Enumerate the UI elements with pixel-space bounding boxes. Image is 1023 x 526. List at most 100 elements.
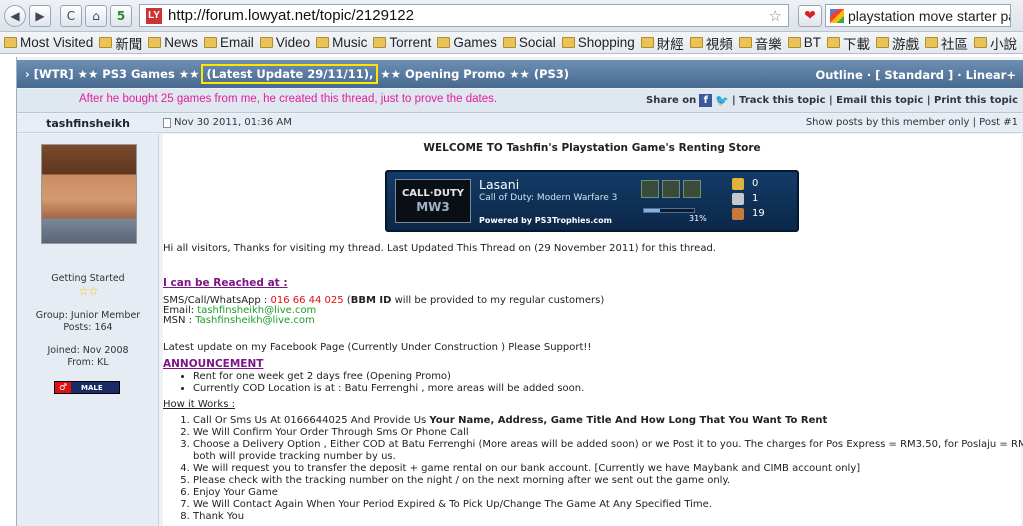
bookmark-label: 音樂 [754, 36, 782, 52]
bookmark-item[interactable]: News [148, 35, 198, 50]
bookmark-item[interactable]: 下載 [827, 33, 870, 53]
folder-icon [876, 37, 890, 48]
member-group: Group: Junior Member [35, 310, 141, 321]
bookmark-item[interactable]: Music [316, 35, 367, 50]
post-date-text: Nov 30 2011, 01:36 AM [174, 117, 292, 128]
bookmark-item[interactable]: Email [204, 35, 254, 50]
most-visited-icon [4, 37, 17, 48]
rank-stars-icon: ☆☆ [78, 284, 99, 298]
folder-icon [99, 37, 113, 48]
bookmark-label: 小說 [990, 36, 1018, 52]
bookmark-label: 社區 [941, 36, 969, 52]
bookmark-item[interactable]: Social [502, 35, 556, 50]
bookmark-label: 游戲 [892, 36, 920, 52]
trophy-game-title: Call of Duty: Modern Warfare 3 [479, 193, 618, 203]
bookmark-item[interactable]: BT [787, 35, 822, 50]
twitter-icon[interactable]: 🐦 [715, 94, 729, 107]
bookmark-item[interactable]: Most Visited [4, 35, 93, 50]
url-text: http://forum.lowyat.net/topic/2129122 [168, 7, 414, 24]
bookmark-item[interactable]: 游戲 [876, 33, 919, 53]
bookmark-label: 下載 [843, 36, 871, 52]
bronze-trophy-icon [732, 207, 744, 220]
bbm-open: ( [343, 295, 351, 306]
forum-topic: › [WTR] ★★ PS3 Games ★★ (Latest Update 2… [16, 57, 1023, 526]
trophy-progress-bar [643, 208, 695, 213]
trophy-card[interactable]: CALL·DUTY MW3 Lasani Call of Duty: Moder… [385, 170, 799, 232]
back-button[interactable]: ◀ [4, 4, 26, 27]
step3-text: Choose a Delivery Option , Either COD at… [193, 439, 1023, 450]
post-header: tashfinsheikh Nov 30 2011, 01:36 AM Show… [17, 114, 1023, 133]
addon-button[interactable]: 5 [110, 4, 132, 27]
post-date: Nov 30 2011, 01:36 AM [163, 117, 292, 128]
topic-actions[interactable]: | Track this topic | Email this topic | … [732, 95, 1018, 106]
forward-button[interactable]: ▶ [29, 4, 51, 27]
bookmark-label: Games [453, 35, 497, 50]
forward-arrow-icon: ▶ [35, 8, 45, 23]
reload-button[interactable]: C [60, 4, 82, 27]
trophy-username: Lasani [479, 177, 520, 192]
author-profile: Getting Started ☆☆ Group: Junior Member … [17, 134, 159, 526]
gold-trophy-icon [732, 177, 744, 190]
annotation-note: After he bought 25 games from me, he cre… [79, 93, 498, 105]
bookmark-label: BT [803, 35, 822, 50]
bookmark-item[interactable]: 新聞 [99, 33, 142, 53]
folder-icon [787, 37, 801, 48]
welcome-heading: WELCOME TO Tashfin's Playstation Game's … [423, 142, 761, 154]
bookmark-item[interactable]: 視頻 [689, 33, 733, 53]
bbm-label: BBM ID [350, 295, 392, 306]
game-logo-line2: MW3 [416, 199, 450, 214]
list-item: Enjoy Your Game [193, 487, 1023, 499]
folder-icon [373, 37, 387, 48]
bronze-count: 19 [752, 207, 765, 219]
facebook-icon[interactable]: f [699, 94, 713, 107]
game-logo-line1: CALL·DUTY [401, 187, 465, 199]
facebook-update: Latest update on my Facebook Page (Curre… [163, 342, 592, 353]
search-box[interactable]: playstation move starter pac [825, 4, 1011, 27]
bookmark-item[interactable]: Video [259, 35, 310, 50]
bookmark-item[interactable]: Torrent [373, 35, 431, 50]
step1-bold: Your Name, Address, Game Title And How L… [429, 415, 828, 426]
silver-trophy-icon [732, 192, 744, 205]
list-item: Choose a Delivery Option , Either COD at… [193, 439, 1023, 463]
contact-msn: MSN : Tashfinsheikh@live.com [163, 315, 315, 327]
avatar[interactable] [41, 144, 137, 244]
silver-count: 1 [752, 192, 759, 204]
announcement-heading: ANNOUNCEMENT [163, 358, 264, 370]
bookmark-label: 新聞 [115, 36, 143, 52]
member-location: From: KL [67, 357, 109, 368]
home-button[interactable]: ⌂ [85, 4, 107, 27]
view-mode-links[interactable]: Outline · [ Standard ] · Linear+ [815, 68, 1016, 82]
browser-window: ◀ ▶ C ⌂ 5 LY http://forum.lowyat.net/top… [0, 0, 1023, 526]
bbm-note: will be provided to my regular customers… [391, 295, 605, 306]
list-item: Call Or Sms Us At 0166644025 And Provide… [193, 415, 1023, 427]
list-item: Rent for one week get 2 days free (Openi… [193, 371, 584, 383]
bookmark-label: 視頻 [705, 36, 733, 52]
list-item: Currently COD Location is at : Batu Ferr… [193, 383, 584, 395]
url-bar[interactable]: LY http://forum.lowyat.net/topic/2129122… [139, 4, 789, 27]
post-options[interactable]: Show posts by this member only | Post #1 [806, 117, 1018, 128]
bookmark-item[interactable]: Games [437, 35, 497, 50]
heart-button[interactable]: ❤ [798, 4, 822, 27]
search-text: playstation move starter pac [848, 7, 1011, 24]
topic-title-highlight: (Latest Update 29/11/11), [201, 64, 379, 84]
bookmark-item[interactable]: 社區 [925, 33, 968, 53]
msn-link[interactable]: Tashfinsheikh@live.com [195, 315, 315, 326]
folder-icon [925, 37, 939, 48]
bookmark-item[interactable]: 音樂 [738, 33, 782, 53]
post-author[interactable]: tashfinsheikh [17, 114, 159, 133]
bookmark-item[interactable]: Shopping [561, 35, 635, 50]
member-joined: Joined: Nov 2008 [47, 345, 129, 356]
bookmark-label: Torrent [389, 35, 432, 50]
intro-text: Hi all visitors, Thanks for visiting my … [163, 243, 716, 254]
bookmark-item[interactable]: 小說 [974, 33, 1017, 53]
gold-count: 0 [752, 177, 759, 189]
bookmark-label: News [164, 35, 199, 50]
gender-badge: ♂ MALE [54, 381, 120, 394]
bookmark-item[interactable]: 財經 [640, 33, 684, 53]
bookmark-label: Shopping [577, 35, 635, 50]
topic-title-bar: › [WTR] ★★ PS3 Games ★★ (Latest Update 2… [17, 60, 1023, 88]
topic-options-bar: After he bought 25 games from me, he cre… [17, 89, 1023, 113]
topic-title-prefix: › [WTR] ★★ PS3 Games ★★ [25, 67, 200, 81]
bookmark-star-icon[interactable]: ☆ [769, 7, 782, 25]
google-icon [830, 8, 844, 23]
